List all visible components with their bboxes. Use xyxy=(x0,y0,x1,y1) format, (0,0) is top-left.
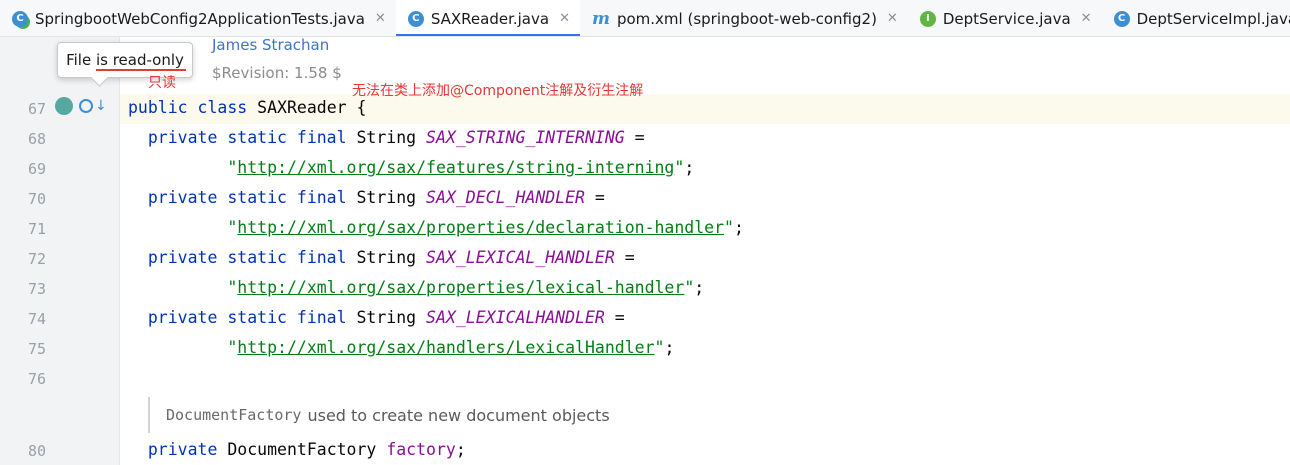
code-line-67: public class SAXReader { xyxy=(128,98,367,117)
line-number: 75 xyxy=(27,340,46,358)
line-number: 71 xyxy=(27,220,46,238)
gutter-icons: ↓ xyxy=(55,97,107,115)
annotation-underline xyxy=(96,69,186,71)
tab-deptserviceimpl[interactable]: C DeptServiceImpl.java xyxy=(1102,0,1290,36)
tab-saxreader[interactable]: C SAXReader.java ✕ xyxy=(395,0,581,36)
line-number: 69 xyxy=(27,160,46,178)
tab-label: SpringbootWebConfig2ApplicationTests.jav… xyxy=(35,9,365,28)
class-icon: C xyxy=(1113,10,1130,27)
close-icon[interactable]: ✕ xyxy=(375,11,386,26)
code-line-74: private static final String SAX_LEXICALH… xyxy=(147,308,625,327)
tab-springboot-tests[interactable]: C SpringbootWebConfig2ApplicationTests.j… xyxy=(0,0,396,36)
code-editor[interactable]: James Strachan $Revision: 1.58 $ public … xyxy=(120,36,1290,465)
spring-bean-icon[interactable] xyxy=(55,97,73,115)
tab-label: DeptServiceImpl.java xyxy=(1136,9,1290,28)
implementation-marker-icon[interactable] xyxy=(79,99,93,113)
line-number: 74 xyxy=(27,310,46,328)
line-number: 67 xyxy=(27,100,46,118)
line-number: 76 xyxy=(27,370,46,388)
editor-gutter[interactable]: 67 68 69 70 71 72 73 74 75 76 80 ↓ xyxy=(0,37,120,465)
line-number: 73 xyxy=(27,280,46,298)
arrow-down-icon[interactable]: ↓ xyxy=(95,98,107,114)
code-line-73: "http://xml.org/sax/properties/lexical-h… xyxy=(227,278,705,297)
tab-label: DeptService.java xyxy=(942,9,1071,28)
annotation-cannot-annotate: 无法在类上添加@Component注解及衍生注解 xyxy=(352,83,644,99)
code-line-69: "http://xml.org/sax/features/string-inte… xyxy=(227,158,695,177)
class-icon: C xyxy=(407,10,424,27)
interface-icon: I xyxy=(919,10,936,27)
code-line-80: private DocumentFactory factory; xyxy=(147,440,466,459)
code-line-71: "http://xml.org/sax/properties/declarati… xyxy=(227,218,744,237)
test-class-icon: C xyxy=(12,10,28,27)
tooltip-text: File is read-only xyxy=(66,51,184,69)
code-line-75: "http://xml.org/sax/handlers/LexicalHand… xyxy=(227,338,675,357)
close-icon[interactable]: ✕ xyxy=(559,11,570,26)
annotation-readonly: 只读 xyxy=(148,75,176,91)
tab-pom-xml[interactable]: m pom.xml (springboot-web-config2) ✕ xyxy=(580,0,908,36)
tab-label: SAXReader.java xyxy=(430,9,550,28)
code-line-72: private static final String SAX_LEXICAL_… xyxy=(147,248,635,267)
close-icon[interactable]: ✕ xyxy=(1081,11,1092,26)
close-icon[interactable]: ✕ xyxy=(887,11,898,26)
line-number: 80 xyxy=(27,442,46,460)
line-number: 70 xyxy=(27,190,46,208)
code-line-68: private static final String SAX_STRING_I… xyxy=(147,128,645,147)
tab-deptservice[interactable]: I DeptService.java ✕ xyxy=(908,0,1102,36)
code-line-70: private static final String SAX_DECL_HAN… xyxy=(147,188,605,207)
line-number: 68 xyxy=(27,130,46,148)
line-number: 72 xyxy=(27,250,46,268)
editor-tab-bar: C SpringbootWebConfig2ApplicationTests.j… xyxy=(0,0,1290,37)
rendered-javadoc[interactable]: DocumentFactory used to create new docume… xyxy=(148,397,610,433)
tab-label: pom.xml (springboot-web-config2) xyxy=(616,9,877,28)
maven-icon: m xyxy=(591,8,610,29)
